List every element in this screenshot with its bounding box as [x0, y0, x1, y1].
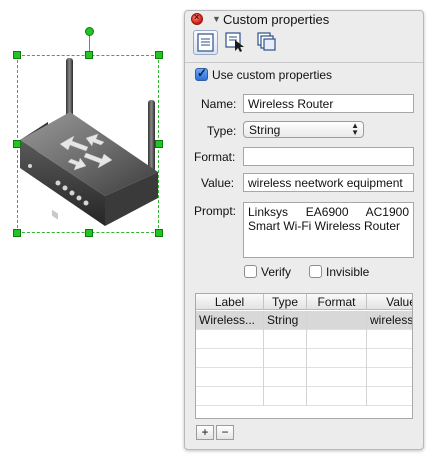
table-cell-label: Wireless...	[196, 311, 264, 330]
resize-handle-br[interactable]	[155, 229, 163, 237]
table-row[interactable]: Wireless... String wireless	[196, 311, 412, 330]
drawing-canvas[interactable]	[0, 0, 180, 459]
format-label: Format:	[194, 150, 236, 164]
value-label: Value:	[201, 176, 235, 190]
prompt-label: Prompt:	[194, 204, 237, 218]
resize-handle-tl[interactable]	[13, 51, 21, 59]
add-property-button[interactable]: +	[196, 425, 214, 440]
verify-label: Verify	[261, 265, 292, 279]
table-cell-format	[307, 311, 367, 330]
resize-handle-ml[interactable]	[13, 140, 21, 148]
select-tab-button[interactable]	[223, 30, 248, 55]
invisible-label: Invisible	[326, 265, 370, 279]
table-cell-empty	[307, 349, 367, 368]
type-select[interactable]: String ▲ ▼	[243, 121, 364, 138]
selection-box	[17, 55, 159, 233]
table-cell-empty	[264, 387, 307, 406]
panel-toolbar	[185, 28, 423, 63]
properties-table: Label Type Format Value Wireless... Stri…	[195, 293, 413, 419]
column-header-type[interactable]: Type	[264, 294, 307, 310]
custom-properties-panel: × ▼ Custom properties ✓ Use custom prope…	[184, 10, 424, 450]
panel-title: Custom properties	[223, 12, 330, 27]
table-cell-empty	[264, 330, 307, 349]
table-cell-empty	[196, 387, 264, 406]
layers-tab-button[interactable]	[255, 30, 280, 55]
select-arrows-icon: ▲ ▼	[351, 121, 359, 137]
table-cell-empty	[264, 349, 307, 368]
resize-handle-bm[interactable]	[85, 229, 93, 237]
name-field[interactable]: Wireless Router	[243, 94, 414, 113]
resize-handle-tm[interactable]	[85, 51, 93, 59]
table-row-empty[interactable]	[196, 349, 412, 368]
name-label: Name:	[201, 97, 237, 111]
resize-handle-mr[interactable]	[155, 140, 163, 148]
table-row-empty[interactable]	[196, 368, 412, 387]
table-cell-empty	[307, 387, 367, 406]
invisible-checkbox[interactable]	[309, 265, 322, 278]
prompt-textarea[interactable]: Linksys EA6900 AC1900 Smart Wi-Fi Wirele…	[243, 202, 414, 258]
table-row-empty[interactable]	[196, 330, 412, 349]
document-list-icon	[197, 33, 214, 52]
format-field[interactable]	[243, 147, 414, 166]
table-row-empty[interactable]	[196, 387, 412, 406]
value-field[interactable]: wireless neetwork equipment	[243, 173, 414, 192]
table-cell-empty	[196, 330, 264, 349]
panel-titlebar[interactable]: × ▼ Custom properties	[185, 11, 423, 28]
column-header-value[interactable]: Value	[367, 294, 412, 310]
cursor-document-icon	[225, 32, 244, 52]
table-cell-empty	[307, 330, 367, 349]
table-cell-empty	[264, 368, 307, 387]
table-cell-value: wireless	[367, 311, 412, 330]
close-icon: ×	[194, 12, 200, 22]
resize-handle-bl[interactable]	[13, 229, 21, 237]
type-label: Type:	[207, 124, 237, 138]
table-cell-empty	[307, 368, 367, 387]
table-cell-type: String	[264, 311, 307, 330]
close-button[interactable]: ×	[191, 12, 203, 25]
table-cell-empty	[196, 368, 264, 387]
table-header: Label Type Format Value	[196, 294, 412, 310]
use-custom-properties-checkbox[interactable]	[195, 66, 208, 81]
table-cell-empty	[196, 349, 264, 368]
use-custom-properties-label: Use custom properties	[212, 68, 333, 82]
resize-handle-tr[interactable]	[155, 51, 163, 59]
properties-tab-button[interactable]	[193, 30, 218, 55]
verify-checkbox[interactable]	[244, 265, 257, 278]
type-select-value: String	[249, 123, 281, 137]
column-header-label[interactable]: Label	[196, 294, 264, 310]
disclosure-triangle-icon[interactable]: ▼	[212, 14, 221, 24]
remove-property-button[interactable]: −	[216, 425, 234, 440]
layers-icon	[257, 32, 276, 51]
column-header-format[interactable]: Format	[307, 294, 367, 310]
